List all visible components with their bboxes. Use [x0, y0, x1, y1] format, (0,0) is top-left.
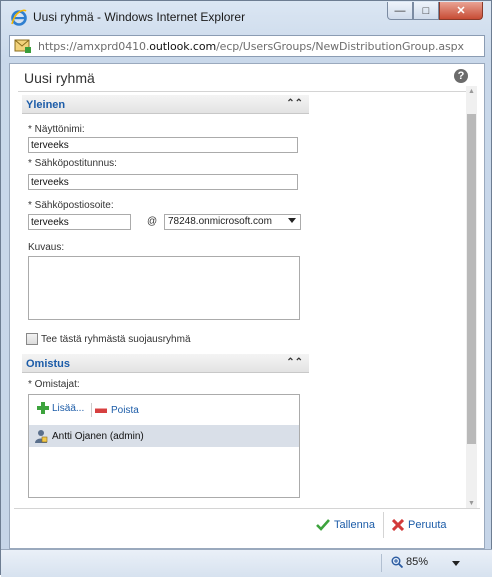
checkmark-icon — [316, 519, 330, 531]
cancel-button[interactable]: Peruuta — [392, 519, 447, 531]
display-name-label: * Näyttönimi: — [28, 124, 85, 135]
scroll-up-arrow-icon[interactable]: ▲ — [466, 86, 477, 96]
email-address-label: * Sähköpostiosoite: — [28, 200, 114, 211]
email-local-part-input[interactable] — [28, 214, 131, 230]
owners-list: Lisää... Poista Antti Ojanen (admin) — [28, 394, 300, 498]
minimize-button[interactable]: — — [387, 2, 413, 20]
address-bar[interactable]: https://amxprd0410.outlook.com/ecp/Users… — [9, 35, 485, 57]
owner-name: Antti Ojanen (admin) — [52, 430, 144, 442]
url-path: /ecp/UsersGroups/NewDistributionGroup.as… — [216, 39, 464, 53]
toolbar-divider — [91, 403, 92, 417]
dialog-content: Uusi ryhmä ? ▲ ▼ Yleinen ⌃⌃ * Näyttönimi… — [9, 63, 485, 549]
save-button[interactable]: Tallenna — [316, 519, 375, 531]
title-divider — [18, 91, 476, 92]
remove-owner-button[interactable]: Poista — [95, 405, 139, 416]
footer-divider — [14, 508, 480, 509]
footer-button-divider — [383, 512, 384, 538]
zoom-control[interactable]: 85% — [391, 556, 428, 568]
url-domain: outlook.com — [149, 39, 217, 53]
security-group-checkbox[interactable] — [26, 333, 38, 345]
security-group-label: Tee tästä ryhmästä suojausryhmä — [41, 334, 191, 345]
zoom-dropdown-icon[interactable] — [452, 561, 460, 566]
status-divider — [381, 554, 382, 572]
plus-icon — [37, 402, 49, 414]
close-button[interactable]: ✕ — [439, 2, 483, 20]
alias-input[interactable] — [28, 174, 298, 190]
general-section-title: Yleinen — [26, 99, 66, 111]
description-label: Kuvaus: — [28, 242, 65, 253]
title-bar: Uusi ryhmä - Windows Internet Explorer —… — [1, 1, 491, 31]
at-sign: @ — [147, 216, 158, 227]
save-label: Tallenna — [334, 519, 375, 531]
vertical-scrollbar[interactable]: ▲ ▼ — [466, 86, 477, 508]
cancel-label: Peruuta — [408, 519, 447, 531]
display-name-input[interactable] — [28, 137, 298, 153]
description-textarea[interactable] — [28, 256, 300, 320]
collapse-icon[interactable]: ⌃⌃ — [286, 357, 303, 368]
help-icon[interactable]: ? — [454, 69, 468, 83]
alias-label: * Sähköpostitunnus: — [28, 158, 117, 169]
window-controls: — □ ✕ — [387, 2, 483, 22]
remove-icon — [95, 408, 107, 413]
ownership-section-header[interactable]: Omistus ⌃⌃ — [22, 354, 309, 373]
email-domain-select[interactable]: 78248.onmicrosoft.com — [164, 214, 301, 230]
url-text: https://amxprd0410.outlook.com/ecp/Users… — [38, 40, 464, 53]
zoom-level: 85% — [406, 556, 429, 568]
close-icon — [392, 519, 404, 531]
general-section-header[interactable]: Yleinen ⌃⌃ — [22, 95, 309, 114]
internet-explorer-icon — [11, 9, 27, 26]
chevron-down-icon — [288, 218, 296, 223]
remove-owner-label: Poista — [111, 405, 139, 416]
collapse-icon[interactable]: ⌃⌃ — [286, 98, 303, 109]
status-bar: 85% — [1, 549, 492, 577]
page-title: Uusi ryhmä — [24, 70, 95, 86]
window-title: Uusi ryhmä - Windows Internet Explorer — [33, 10, 246, 24]
scroll-down-arrow-icon[interactable]: ▼ — [466, 498, 477, 508]
user-icon — [35, 430, 48, 443]
url-prefix: https://amxprd0410. — [38, 39, 150, 53]
scroll-thumb[interactable] — [467, 114, 476, 444]
owners-toolbar: Lisää... Poista — [29, 395, 299, 423]
page-icon — [14, 39, 31, 53]
email-domain-value: 78248.onmicrosoft.com — [168, 216, 272, 227]
ownership-section-title: Omistus — [26, 358, 71, 370]
add-owner-button[interactable]: Lisää... — [37, 402, 84, 414]
maximize-button[interactable]: □ — [413, 2, 439, 20]
owners-label: * Omistajat: — [28, 379, 80, 390]
browser-window: Uusi ryhmä - Windows Internet Explorer —… — [0, 0, 492, 577]
zoom-icon — [391, 556, 403, 568]
add-owner-label: Lisää... — [52, 402, 85, 414]
list-item[interactable]: Antti Ojanen (admin) — [29, 425, 299, 447]
